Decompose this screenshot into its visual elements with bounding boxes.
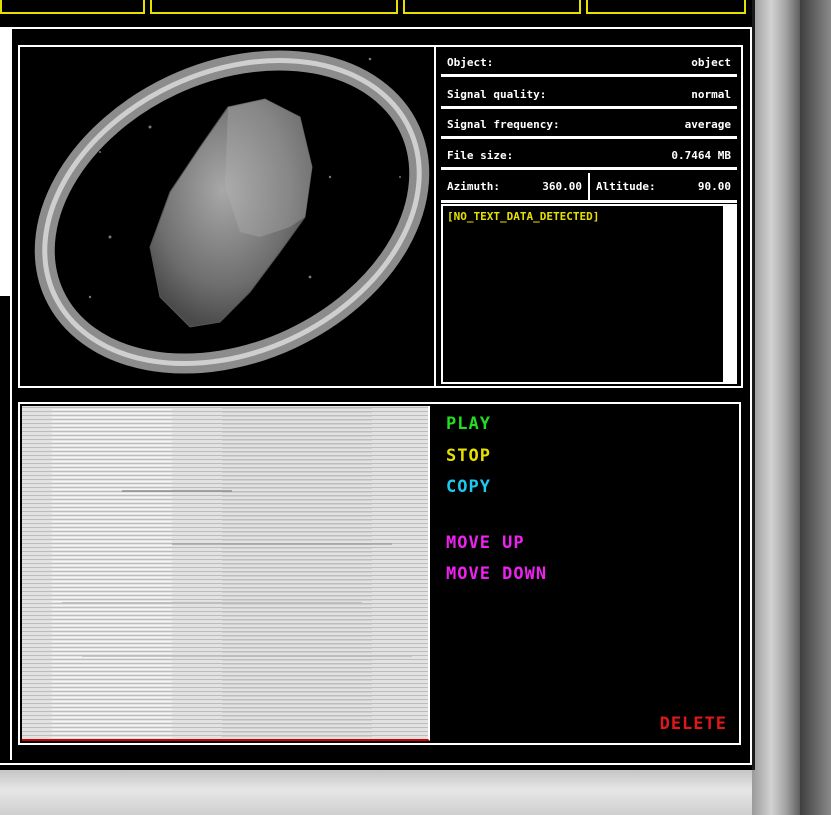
signal-frequency-row: Signal frequency: average [441,113,737,139]
text-output-scrollbar[interactable] [723,206,735,382]
object-value: object [691,56,731,69]
signal-quality-label: Signal quality: [447,88,547,101]
signal-quality-row: Signal quality: normal [441,83,737,109]
asteroid-ring-image [20,47,434,386]
text-output-box[interactable]: [NO_TEXT_DATA_DETECTED] [441,204,737,384]
stop-button[interactable]: STOP [446,446,491,466]
move-down-button[interactable]: MOVE DOWN [446,564,547,584]
noise-pattern [22,406,428,739]
floor [0,765,800,815]
altitude-field: Altitude: 90.00 [588,173,737,200]
altitude-label: Altitude: [596,180,656,193]
top-tab-1[interactable] [0,0,145,14]
object-info-panel: Object: object Signal quality: normal Si… [437,47,741,386]
object-image [20,47,436,386]
left-list-border [0,296,12,760]
file-size-label: File size: [447,149,514,162]
copy-button[interactable]: COPY [446,477,491,497]
top-tab-3[interactable] [403,0,581,14]
top-tab-4[interactable] [586,0,746,14]
text-output: [NO_TEXT_DATA_DETECTED] [447,210,600,223]
delete-button[interactable]: DELETE [660,714,727,734]
top-tab-2[interactable] [150,0,398,14]
file-size-value: 0.7464 MB [671,149,731,162]
monitor-screen: Object: object Signal quality: normal Si… [0,0,755,770]
monitor-bezel-edge [800,0,831,815]
altitude-value: 90.00 [697,180,731,193]
signal-quality-value: normal [691,88,731,101]
play-button[interactable]: PLAY [446,414,491,434]
move-up-button[interactable]: MOVE UP [446,533,525,553]
azimuth-field: Azimuth: 360.00 [441,173,588,200]
monitor-bezel [752,0,800,815]
signal-frequency-label: Signal frequency: [447,118,560,131]
file-size-row: File size: 0.7464 MB [441,144,737,170]
left-list-scrollbar[interactable] [0,28,12,296]
azimuth-value: 360.00 [542,180,582,193]
coordinates-row: Azimuth: 360.00 Altitude: 90.00 [441,173,737,203]
controls-panel: PLAY STOP COPY MOVE UP MOVE DOWN DELETE [437,406,739,741]
signal-waveform [22,406,430,741]
object-row: Object: object [441,51,737,77]
object-label: Object: [447,56,494,69]
azimuth-label: Azimuth: [447,180,500,193]
signal-frequency-value: average [684,118,731,131]
